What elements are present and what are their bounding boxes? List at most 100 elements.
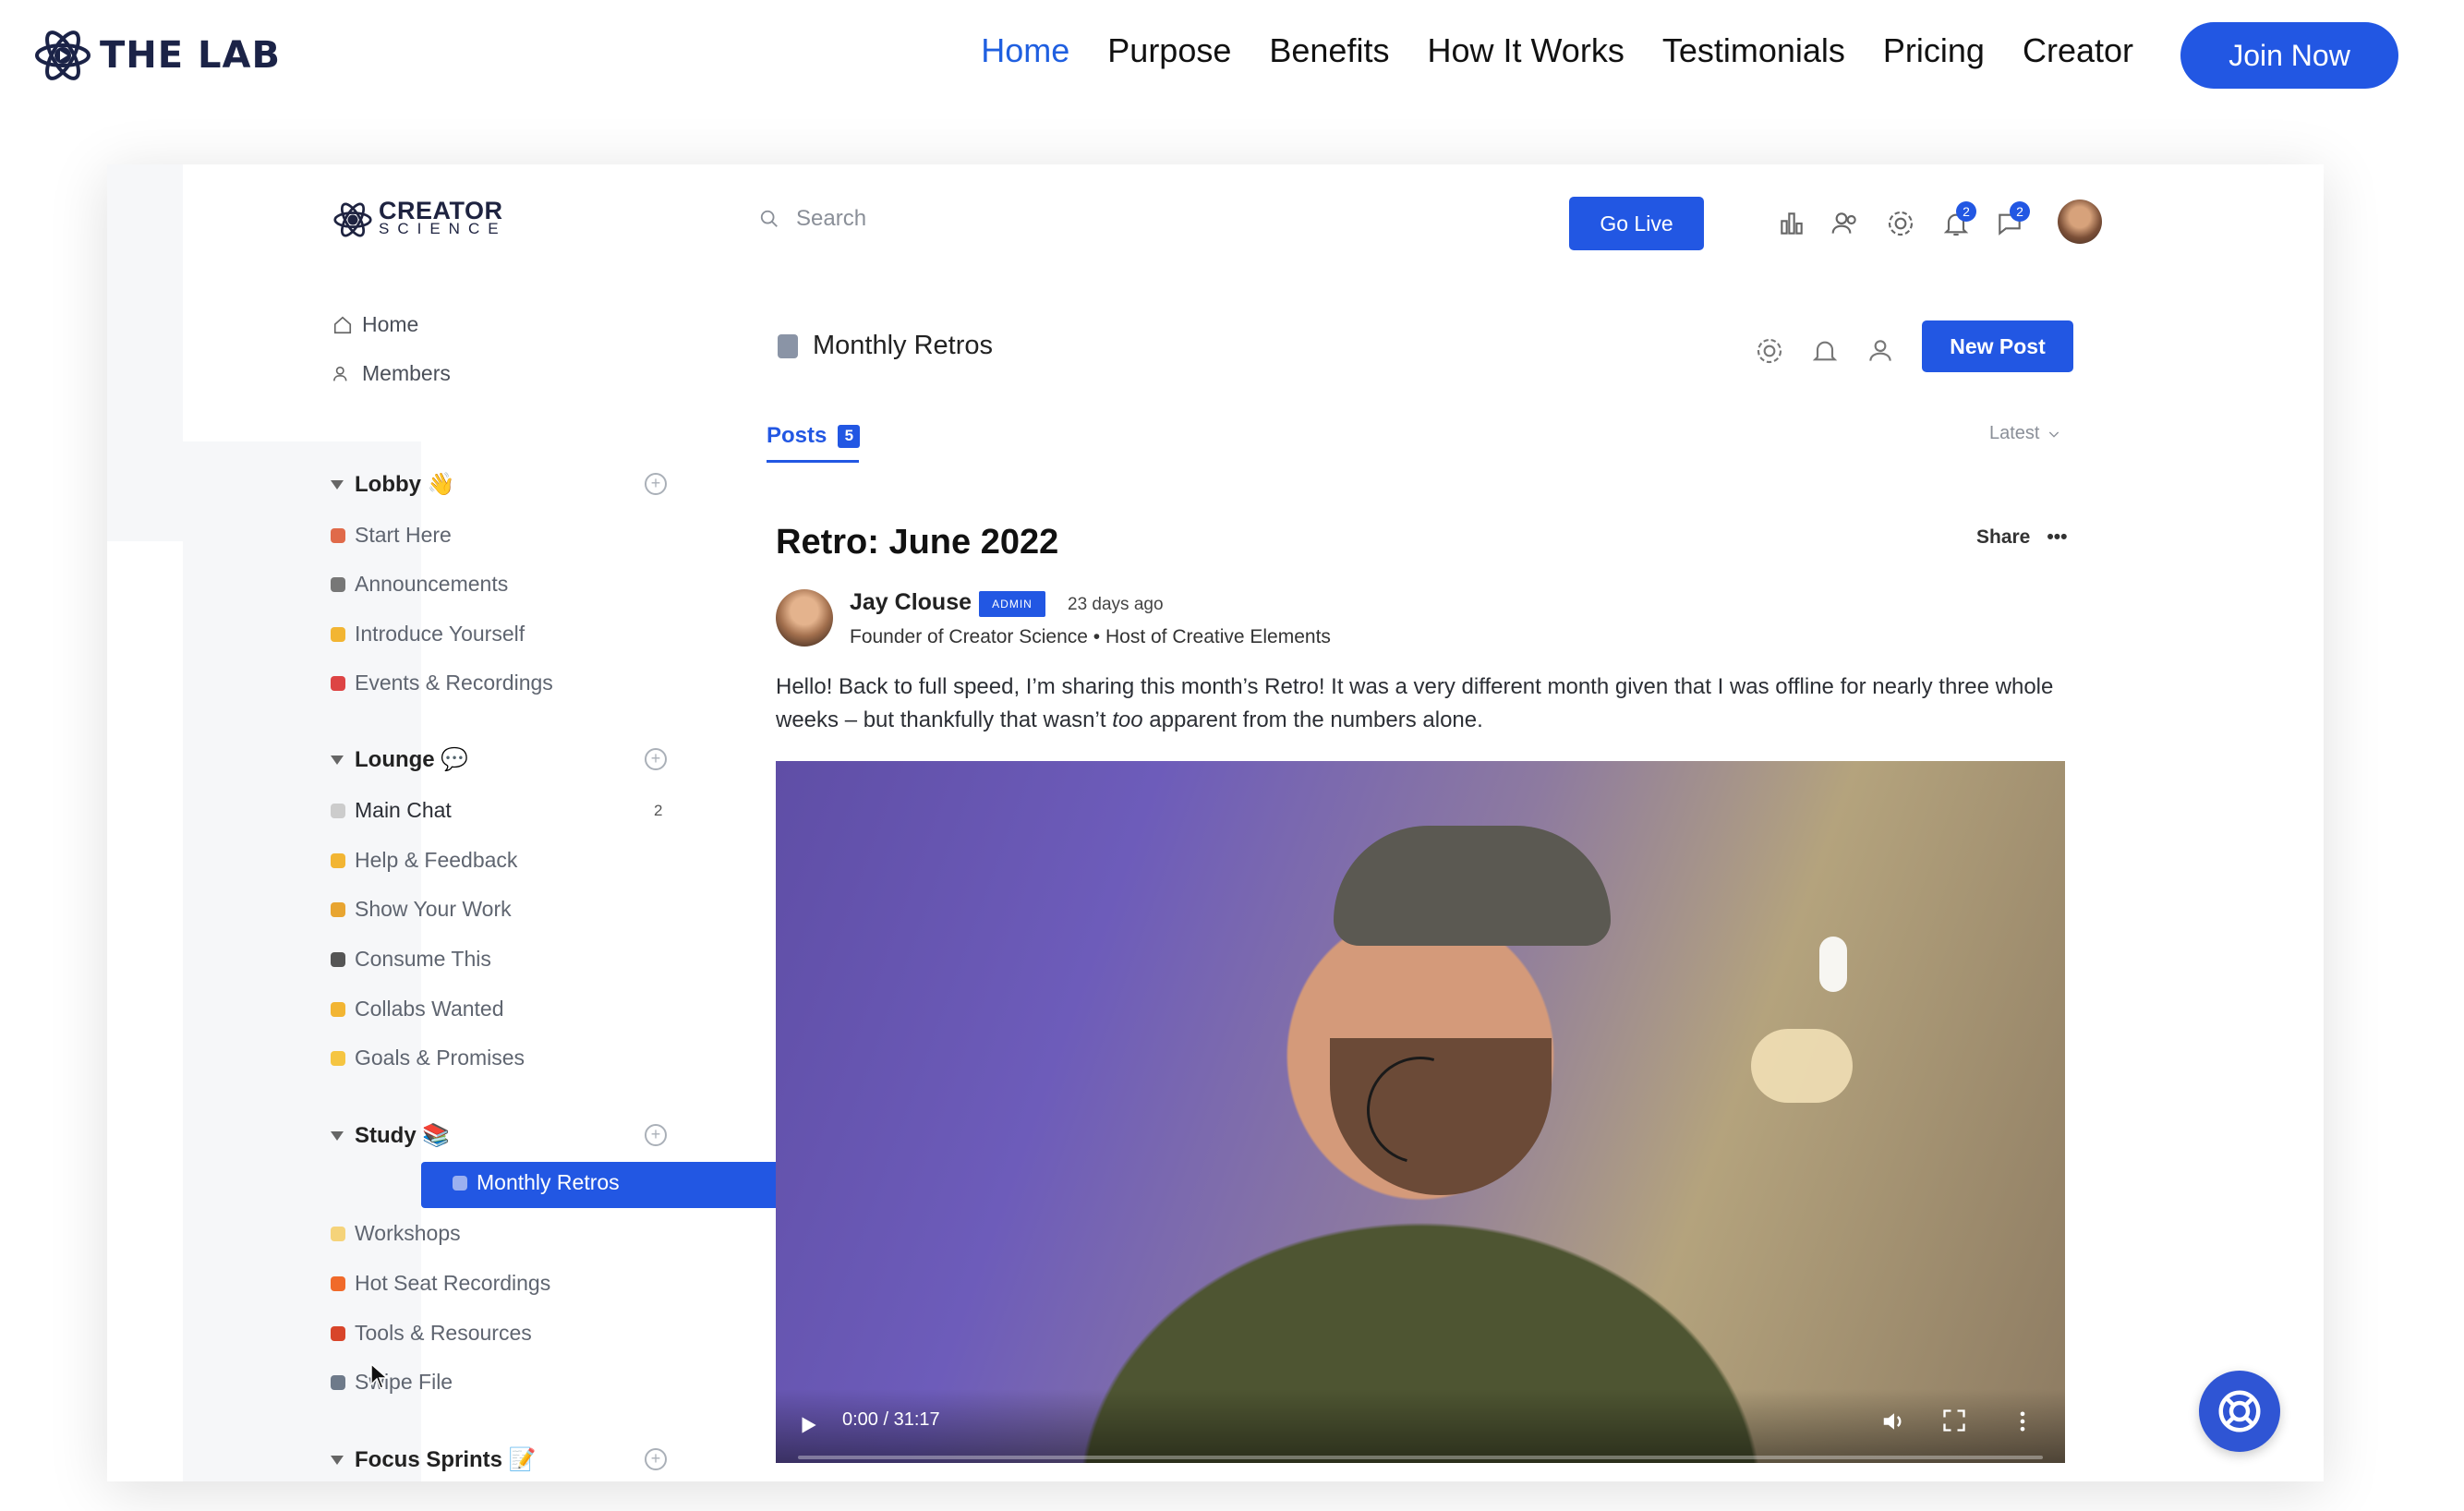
- new-post-button[interactable]: New Post: [1922, 320, 2073, 372]
- video-controls: 0:00 / 31:17: [776, 1389, 2065, 1463]
- microscope-icon: [453, 1175, 467, 1191]
- tab-label: Posts: [767, 423, 827, 448]
- share-button[interactable]: Share: [1976, 526, 2030, 549]
- sidebar-item-home[interactable]: Home: [332, 312, 418, 337]
- fullscreen-icon[interactable]: [1941, 1408, 1967, 1433]
- analytics-icon[interactable]: [1777, 209, 1806, 238]
- channel-title: Monthly Retros: [778, 331, 993, 361]
- author-avatar[interactable]: [776, 589, 833, 647]
- nav-purpose[interactable]: Purpose: [1107, 31, 1231, 70]
- chevron-down-icon: [331, 755, 344, 765]
- mouse-cursor-icon: [370, 1362, 389, 1389]
- sidebar-item-swipe-file[interactable]: Swipe File: [331, 1370, 453, 1395]
- sidebar-item-consume-this[interactable]: Consume This: [331, 947, 491, 972]
- add-channel-icon[interactable]: +: [645, 473, 667, 495]
- fire-icon: [331, 1275, 345, 1291]
- sort-dropdown[interactable]: Latest: [1989, 423, 2061, 444]
- sidebar-item-hot-seat-recordings[interactable]: Hot Seat Recordings: [331, 1271, 550, 1296]
- folder-icon: [331, 1374, 345, 1390]
- search-bar: [759, 205, 1130, 233]
- nav-pricing[interactable]: Pricing: [1883, 31, 1985, 70]
- tab-underline: [767, 460, 859, 463]
- unread-count: 2: [654, 802, 663, 819]
- sidebar-item-events-recordings[interactable]: Events & Recordings: [331, 671, 553, 695]
- author-name[interactable]: Jay Clouse: [850, 589, 972, 616]
- post-body-emphasis: too: [1112, 707, 1143, 732]
- help-button[interactable]: [2199, 1371, 2280, 1452]
- channel-title-text: Monthly Retros: [813, 331, 994, 360]
- nav-benefits[interactable]: Benefits: [1269, 31, 1389, 70]
- search-input[interactable]: [794, 205, 1130, 233]
- sidebar-item-label: Workshops: [355, 1221, 461, 1245]
- messages-button[interactable]: 2: [1995, 201, 2030, 238]
- lightbulb-icon: [331, 1226, 345, 1241]
- video-player[interactable]: 0:00 / 31:17: [776, 761, 2065, 1463]
- sidebar-item-goals-promises[interactable]: Goals & Promises: [331, 1046, 525, 1070]
- atom-logo-icon: [333, 202, 372, 237]
- sidebar-item-main-chat[interactable]: Main Chat: [331, 798, 452, 823]
- chevron-down-icon: [331, 1130, 344, 1141]
- go-live-button[interactable]: Go Live: [1569, 197, 1704, 250]
- sidebar-item-label: Home: [362, 312, 419, 336]
- nav-creator[interactable]: Creator: [2023, 31, 2133, 70]
- compass-icon: [331, 527, 345, 543]
- microscope-icon: [778, 333, 798, 358]
- lifebuoy-icon: [2218, 1390, 2261, 1432]
- more-vertical-icon[interactable]: [2010, 1408, 2035, 1435]
- video-progress-bar[interactable]: [798, 1456, 2043, 1459]
- join-now-button[interactable]: Join Now: [2180, 22, 2398, 89]
- calendar-icon: [331, 675, 345, 691]
- sidebar-item-label: Main Chat: [355, 798, 452, 822]
- nav-how-it-works[interactable]: How It Works: [1427, 31, 1624, 70]
- group-title: Focus Sprints 📝: [355, 1447, 537, 1472]
- sidebar-item-label: Members: [362, 361, 451, 385]
- sidebar-item-workshops[interactable]: Workshops: [331, 1221, 461, 1246]
- more-options-icon[interactable]: •••: [2047, 526, 2067, 549]
- add-channel-icon[interactable]: +: [645, 748, 667, 770]
- sidebar-group-focus-sprints[interactable]: Focus Sprints 📝: [331, 1446, 537, 1473]
- add-channel-icon[interactable]: +: [645, 1124, 667, 1146]
- post-title[interactable]: Retro: June 2022: [776, 523, 1058, 562]
- sidebar-panel: [421, 441, 794, 1222]
- sidebar-item-label: Consume This: [355, 947, 491, 971]
- sidebar-item-label: Goals & Promises: [355, 1046, 525, 1070]
- nav-home[interactable]: Home: [981, 31, 1069, 70]
- sidebar-item-help-feedback[interactable]: Help & Feedback: [331, 848, 517, 873]
- megaphone-icon: [331, 576, 345, 592]
- sidebar-item-introduce-yourself[interactable]: Introduce Yourself: [331, 622, 525, 647]
- play-icon[interactable]: [796, 1411, 820, 1439]
- settings-icon[interactable]: [1886, 209, 1915, 238]
- sidebar-item-label: Help & Feedback: [355, 848, 518, 872]
- sidebar-item-monthly-retros[interactable]: Monthly Retros: [453, 1170, 620, 1195]
- user-avatar[interactable]: [2058, 199, 2102, 244]
- sidebar-item-tools-resources[interactable]: Tools & Resources: [331, 1321, 532, 1346]
- logo-line-1: CREATOR: [379, 197, 503, 224]
- sidebar-item-collabs-wanted[interactable]: Collabs Wanted: [331, 997, 504, 1021]
- add-channel-icon[interactable]: +: [645, 1448, 667, 1470]
- tab-posts[interactable]: Posts 5: [767, 423, 861, 449]
- post-body: Hello! Back to full speed, I’m sharing t…: [776, 671, 2087, 737]
- sidebar-item-members[interactable]: Members: [332, 361, 451, 386]
- channel-members-icon[interactable]: [1866, 336, 1895, 366]
- video-time: 0:00 / 31:17: [842, 1409, 940, 1430]
- creator-science-logo[interactable]: CREATOR SCIENCE: [332, 199, 507, 240]
- volume-icon[interactable]: [1880, 1408, 1908, 1435]
- brand-logo[interactable]: THE LAB: [33, 26, 281, 85]
- nav-testimonials[interactable]: Testimonials: [1662, 31, 1845, 70]
- channel-settings-icon[interactable]: [1755, 336, 1784, 366]
- eyes-icon: [331, 951, 345, 967]
- sidebar-item-start-here[interactable]: Start Here: [331, 523, 452, 548]
- sidebar-group-study[interactable]: Study 📚: [331, 1122, 450, 1149]
- channel-bell-icon[interactable]: [1810, 336, 1840, 366]
- post-actions: Share •••: [1976, 526, 2067, 549]
- sidebar-item-label: Events & Recordings: [355, 671, 553, 695]
- sort-label: Latest: [1989, 423, 2040, 443]
- sidebar-group-lounge[interactable]: Lounge 💬: [331, 746, 468, 773]
- sidebar-item-announcements[interactable]: Announcements: [331, 572, 508, 597]
- sidebar-group-lobby[interactable]: Lobby 👋: [331, 471, 455, 498]
- members-icon[interactable]: [1830, 209, 1860, 238]
- members-icon: [333, 366, 347, 381]
- author-bio: Founder of Creator Science • Host of Cre…: [850, 626, 1331, 647]
- notifications-button[interactable]: 2: [1941, 201, 1976, 238]
- sidebar-item-show-your-work[interactable]: Show Your Work: [331, 897, 512, 922]
